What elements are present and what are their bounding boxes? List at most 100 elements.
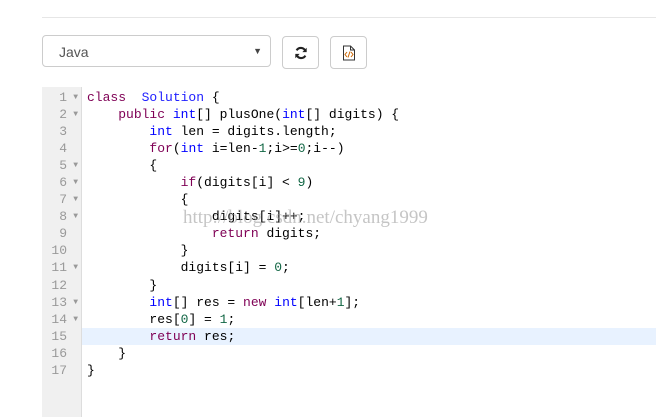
line-number-text: 17 bbox=[51, 362, 67, 378]
line-number-text: 14 bbox=[51, 311, 67, 327]
token: [] res = bbox=[172, 294, 244, 310]
token: } bbox=[87, 277, 158, 293]
code-file-icon bbox=[342, 45, 355, 60]
line-number: 3 bbox=[42, 123, 82, 140]
line-number-text: 3 bbox=[59, 124, 67, 140]
token-num: 0 bbox=[297, 141, 306, 157]
line-number-text: 11 bbox=[51, 260, 67, 276]
token-ty: int bbox=[180, 141, 205, 157]
token: (digits[i] < bbox=[196, 175, 298, 191]
fold-arrow-icon[interactable]: ▼ bbox=[73, 191, 78, 208]
code-line[interactable]: 9 return digits; bbox=[59, 225, 656, 242]
fold-arrow-icon[interactable]: ▼ bbox=[73, 89, 78, 106]
code-line[interactable]: 5 ▼ { bbox=[59, 157, 656, 174]
line-number: 8 ▼ bbox=[42, 208, 82, 225]
token-kw: if bbox=[180, 175, 197, 191]
code-line[interactable]: 14 ▼ res[0] = 1; bbox=[51, 311, 656, 328]
token: [len+ bbox=[297, 294, 337, 310]
token-ty: int bbox=[149, 124, 173, 140]
line-number-text: 6 bbox=[59, 175, 67, 191]
code-text: if(digits[i] < 9) bbox=[82, 175, 314, 191]
token: } bbox=[87, 362, 95, 378]
code-line[interactable]: 16 } bbox=[51, 345, 656, 362]
code-text: res[0] = 1; bbox=[82, 312, 235, 327]
fold-arrow-icon[interactable]: ▼ bbox=[73, 208, 78, 225]
token: digits[i] = bbox=[87, 260, 275, 276]
reset-code-button[interactable] bbox=[282, 36, 319, 69]
token: ;i--) bbox=[305, 141, 345, 157]
line-number-text: 2 bbox=[59, 107, 67, 123]
code-line[interactable]: 3 int len = digits.length; bbox=[59, 123, 656, 140]
fold-arrow-icon[interactable]: ▼ bbox=[73, 157, 78, 174]
code-editor[interactable]: 1 ▼ class Solution {2 ▼ public int[] plusOn… bbox=[42, 87, 656, 417]
code-text: } bbox=[82, 243, 189, 258]
code-text: for(int i=len-1;i>=0;i--) bbox=[82, 141, 345, 157]
token: { bbox=[87, 158, 158, 174]
line-number: 17 bbox=[42, 362, 82, 379]
code-line[interactable]: 4 for(int i=len-1;i>=0;i--) bbox=[59, 140, 656, 157]
token-kw: return bbox=[149, 328, 197, 344]
code-text: { bbox=[82, 158, 157, 173]
refresh-icon bbox=[294, 46, 307, 59]
fold-arrow-icon[interactable]: ▼ bbox=[73, 294, 78, 311]
language-select[interactable]: Java ▼ bbox=[42, 35, 271, 67]
code-line[interactable]: 17} bbox=[51, 362, 656, 379]
token: [] plusOne( bbox=[196, 107, 283, 123]
line-number-text: 10 bbox=[51, 243, 67, 259]
code-text: { bbox=[82, 192, 189, 208]
token-kw: for bbox=[149, 141, 173, 157]
token: i=len- bbox=[204, 141, 259, 157]
code-file-button[interactable] bbox=[330, 36, 367, 69]
fold-arrow-icon[interactable]: ▼ bbox=[73, 311, 78, 328]
language-select-value: Java bbox=[59, 44, 89, 60]
line-number: 7 ▼ bbox=[42, 191, 82, 208]
line-number: 16 bbox=[42, 345, 82, 362]
line-number: 13 ▼ bbox=[42, 294, 82, 311]
token: digits[i]++; bbox=[87, 209, 306, 225]
line-number: 12 bbox=[42, 277, 82, 294]
token: ] = bbox=[188, 311, 220, 327]
code-text: digits[i] = 0; bbox=[82, 260, 290, 275]
code-line[interactable]: 7 ▼ { bbox=[59, 191, 656, 208]
code-line[interactable]: 8 ▼ digits[i]++; bbox=[59, 208, 656, 225]
line-number: 1 ▼ bbox=[42, 89, 82, 106]
line-number: 9 bbox=[42, 225, 82, 242]
line-number-text: 1 bbox=[59, 90, 67, 105]
code-line[interactable]: 10 } bbox=[51, 242, 656, 259]
code-text: public int[] plusOne(int[] digits) { bbox=[82, 107, 399, 122]
line-number-text: 5 bbox=[59, 158, 67, 174]
token: ; bbox=[282, 260, 290, 276]
token-ty: int bbox=[172, 107, 197, 123]
line-number: 4 bbox=[42, 140, 82, 157]
code-text: class Solution { bbox=[82, 90, 220, 105]
line-number: 6 ▼ bbox=[42, 174, 82, 191]
line-number-text: 12 bbox=[51, 277, 67, 293]
line-number-text: 15 bbox=[51, 328, 67, 344]
code-area[interactable]: 1 ▼ class Solution { 2 ▼ public int[] plusOn… bbox=[51, 89, 656, 379]
code-line[interactable]: 11 ▼ digits[i] = 0; bbox=[51, 259, 656, 276]
token: ]; bbox=[344, 294, 361, 310]
token-kw: return bbox=[211, 226, 259, 242]
token-num: 0 bbox=[274, 260, 283, 276]
line-number-text: 9 bbox=[59, 226, 67, 242]
fold-arrow-icon[interactable]: ▼ bbox=[73, 174, 78, 191]
code-line[interactable]: 12 } bbox=[51, 277, 656, 294]
fold-arrow-icon[interactable]: ▼ bbox=[73, 259, 78, 276]
line-number-text: 13 bbox=[51, 294, 67, 310]
code-line[interactable]: 15 return res; bbox=[51, 327, 656, 345]
code-line[interactable]: 2 ▼ public int[] plusOne(int[] digits) { bbox=[59, 106, 656, 123]
code-line[interactable]: 6 ▼ if(digits[i] < 9) bbox=[59, 174, 656, 191]
line-number-text: 4 bbox=[59, 141, 67, 157]
token: ; bbox=[227, 311, 236, 327]
code-line[interactable]: 13 ▼ int[] res = new int[len+1]; bbox=[51, 294, 656, 311]
code-line[interactable]: 1 ▼ class Solution { bbox=[59, 89, 656, 106]
code-text: } bbox=[82, 346, 126, 361]
chevron-down-icon: ▼ bbox=[253, 46, 262, 56]
fold-arrow-icon[interactable]: ▼ bbox=[73, 106, 78, 123]
token: ;i>= bbox=[266, 141, 298, 157]
token: { bbox=[87, 192, 189, 208]
